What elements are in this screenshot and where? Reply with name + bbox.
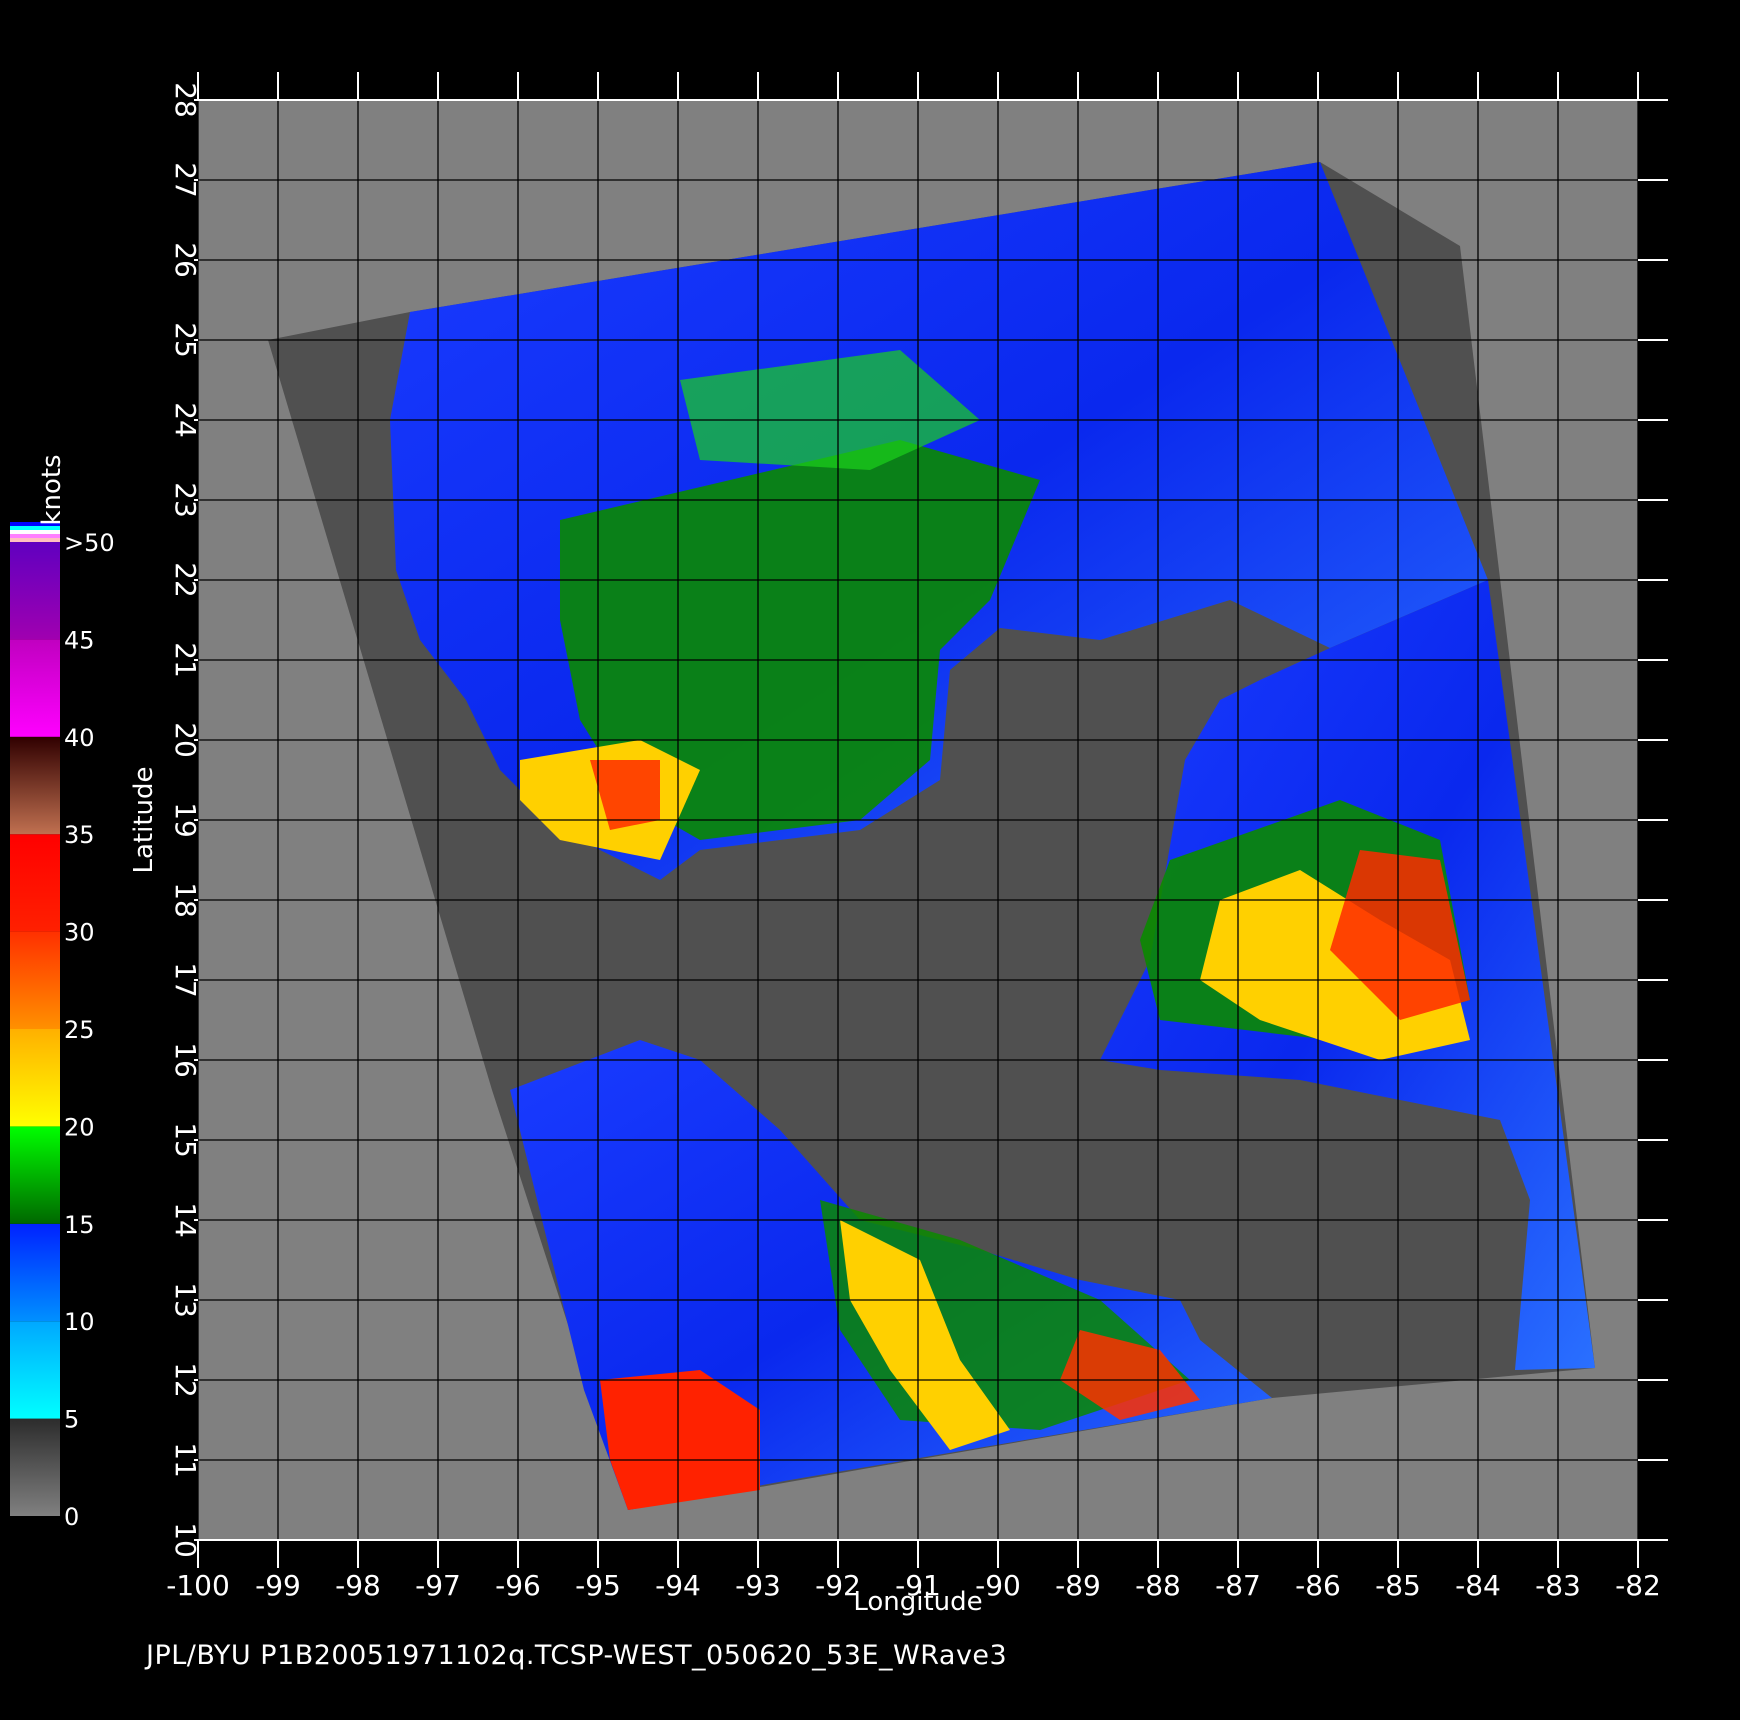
- latitude-tick-label: 10: [169, 1522, 202, 1558]
- colorbar-label: 5: [64, 1406, 79, 1434]
- longitude-tick-label: -97: [415, 1569, 461, 1602]
- colorbar-stripe: [10, 538, 60, 542]
- colorbar-label: 45: [64, 626, 95, 654]
- colorbar-band: [10, 639, 60, 737]
- longitude-tick-label: -93: [735, 1569, 781, 1602]
- colorbar-label: 10: [64, 1308, 95, 1336]
- latitude-tick-label: 21: [169, 642, 202, 678]
- longitude-tick-label: -85: [1375, 1569, 1421, 1602]
- latitude-tick-label: 12: [169, 1362, 202, 1398]
- latitude-tick-label: 13: [169, 1282, 202, 1318]
- colorbar-unit-label: knots: [37, 454, 67, 525]
- longitude-tick-label: -94: [655, 1569, 701, 1602]
- latitude-tick-label: 27: [169, 162, 202, 198]
- longitude-tick-label: -82: [1615, 1569, 1661, 1602]
- colorbar-label: 15: [64, 1211, 95, 1239]
- latitude-tick-label: 24: [169, 402, 202, 438]
- colorbar-band: [10, 1418, 60, 1516]
- colorbar-stripe: [10, 534, 60, 538]
- latitude-tick-labels: 10 11 12 13 14 15 16 17 18 19 20 21 22 23 24 25 26 27 28: [169, 82, 202, 1558]
- colorbar-label: >50: [64, 529, 115, 557]
- colorbar-band: [10, 1321, 60, 1419]
- longitude-tick-label: -96: [495, 1569, 541, 1602]
- latitude-tick-label: 20: [169, 722, 202, 758]
- colorbar: 0 5 10 15 20 25 30 35 40 45 >50 knots: [10, 454, 115, 1531]
- colorbar-band: [10, 736, 60, 835]
- map-plot-area: -100 -99 -98 -97 -96 -95 -94 -93 -92 -91 -90 -89 -88…: [166, 72, 1668, 1602]
- longitude-tick-label: -89: [1055, 1569, 1101, 1602]
- longitude-tick-label: -95: [575, 1569, 621, 1602]
- longitude-tick-label: -86: [1295, 1569, 1341, 1602]
- colorbar-band: [10, 1029, 60, 1127]
- latitude-tick-label: 17: [169, 962, 202, 998]
- latitude-tick-label: 28: [169, 82, 202, 118]
- longitude-tick-label: -88: [1135, 1569, 1181, 1602]
- latitude-tick-label: 23: [169, 482, 202, 518]
- colorbar-bands: [10, 542, 60, 1516]
- longitude-tick-label: -83: [1535, 1569, 1581, 1602]
- longitude-tick-label: -98: [335, 1569, 381, 1602]
- colorbar-band: [10, 542, 60, 640]
- colorbar-band: [10, 834, 60, 932]
- colorbar-label: 20: [64, 1113, 95, 1141]
- colorbar-band: [10, 1126, 60, 1224]
- colorbar-band: [10, 931, 60, 1029]
- longitude-tick-label: -84: [1455, 1569, 1501, 1602]
- latitude-tick-label: 11: [169, 1442, 202, 1478]
- colorbar-label: 0: [64, 1503, 79, 1531]
- longitude-tick-label: -87: [1215, 1569, 1261, 1602]
- colorbar-stripe: [10, 526, 60, 530]
- colorbar-labels: 0 5 10 15 20 25 30 35 40 45 >50: [64, 529, 115, 1531]
- colorbar-label: 30: [64, 919, 95, 947]
- colorbar-stripe: [10, 530, 60, 534]
- x-axis-title: Longitude: [853, 1587, 982, 1617]
- latitude-tick-label: 15: [169, 1122, 202, 1158]
- colorbar-label: 25: [64, 1016, 95, 1044]
- colorbar-label: 35: [64, 821, 95, 849]
- latitude-tick-label: 16: [169, 1042, 202, 1078]
- latitude-tick-label: 14: [169, 1202, 202, 1238]
- wind-speed-map: -100 -99 -98 -97 -96 -95 -94 -93 -92 -91 -90 -89 -88…: [10, 72, 1668, 1617]
- latitude-tick-label: 25: [169, 322, 202, 358]
- longitude-tick-label: -99: [255, 1569, 301, 1602]
- latitude-tick-label: 19: [169, 802, 202, 838]
- longitude-tick-label: -100: [166, 1569, 230, 1602]
- y-axis-title: Latitude: [129, 766, 159, 873]
- footer-caption: JPL/BYU P1B20051971102q.TCSP-WEST_050620…: [146, 1640, 1008, 1671]
- colorbar-band: [10, 1223, 60, 1322]
- colorbar-label: 40: [64, 724, 95, 752]
- latitude-tick-label: 22: [169, 562, 202, 598]
- latitude-tick-label: 26: [169, 242, 202, 278]
- latitude-tick-label: 18: [169, 882, 202, 918]
